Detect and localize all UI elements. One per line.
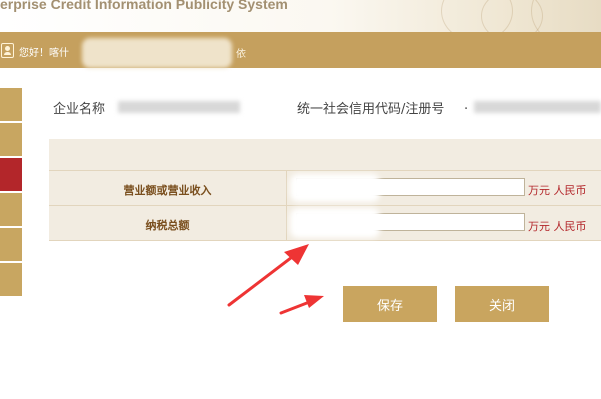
annotation-arrow-icon	[227, 244, 309, 307]
annotation-arrow-icon	[279, 295, 324, 315]
annotation-arrows	[227, 244, 324, 315]
